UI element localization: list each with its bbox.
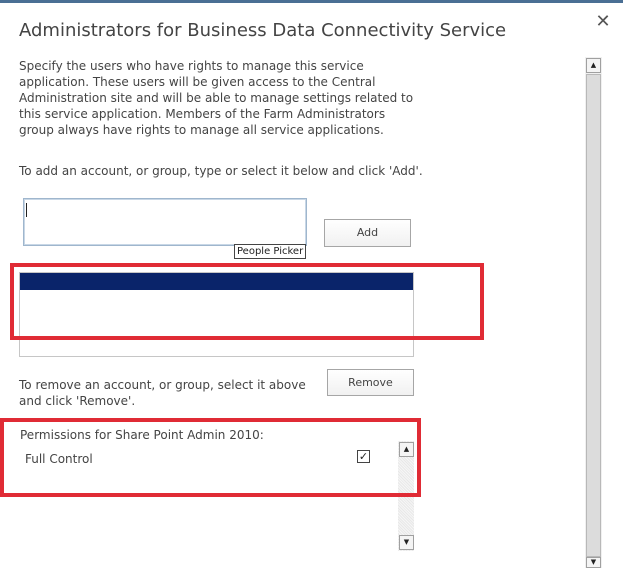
description-text: Specify the users who have rights to man… (19, 59, 414, 137)
permission-name: Full Control (25, 452, 93, 466)
remove-button[interactable]: Remove (327, 369, 414, 396)
people-picker-input[interactable] (23, 198, 307, 246)
scroll-down-arrow-icon[interactable]: ▼ (586, 557, 601, 568)
scroll-down-arrow-icon[interactable]: ▼ (399, 535, 414, 550)
dialog-scrollbar[interactable]: ▲ ▼ (585, 57, 602, 568)
close-icon[interactable]: ✕ (594, 12, 612, 32)
add-button[interactable]: Add (324, 219, 411, 247)
people-picker-tooltip: People Picker (234, 244, 307, 259)
text-caret (26, 203, 27, 217)
scroll-up-arrow-icon[interactable]: ▲ (586, 58, 601, 73)
dialog-title: Administrators for Business Data Connect… (19, 20, 507, 41)
selected-list-row[interactable] (20, 273, 413, 290)
full-control-checkbox[interactable]: ✓ (357, 450, 370, 463)
permissions-scrollbar[interactable]: ▲ ▼ (398, 441, 414, 551)
scroll-up-arrow-icon[interactable]: ▲ (399, 442, 414, 457)
add-instruction-text: To add an account, or group, type or sel… (19, 164, 423, 178)
dialog-top-border (0, 0, 623, 3)
remove-instruction-text: To remove an account, or group, select i… (19, 378, 306, 408)
permissions-heading: Permissions for Share Point Admin 2010: (20, 428, 264, 442)
administrators-list[interactable] (19, 272, 414, 357)
scrollbar-thumb[interactable] (586, 74, 601, 557)
